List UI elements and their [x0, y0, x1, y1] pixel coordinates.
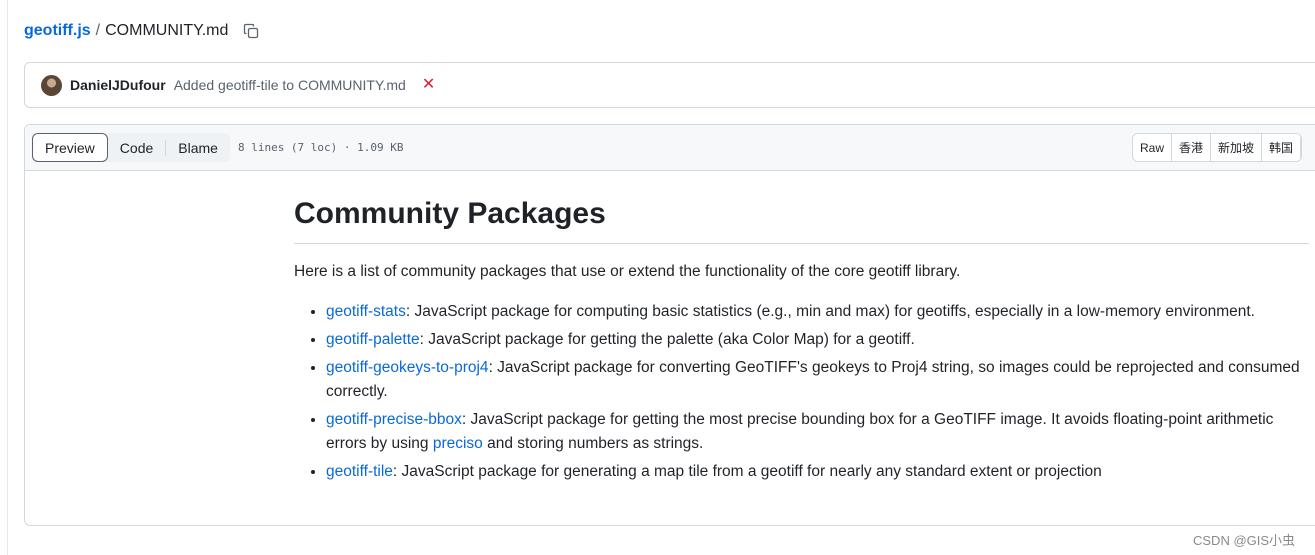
page-title: Community Packages	[294, 195, 1309, 244]
breadcrumb: geotiff.js / COMMUNITY.md	[24, 20, 260, 42]
breadcrumb-file-name: COMMUNITY.md	[105, 22, 229, 39]
package-description: : JavaScript package for getting the pal…	[419, 330, 915, 348]
list-item: geotiff-tile: JavaScript package for gen…	[326, 460, 1309, 484]
copy-icon[interactable]	[242, 22, 260, 40]
latest-commit-bar: DanielJDufour Added geotiff-tile to COMM…	[24, 62, 1315, 108]
preciso-link[interactable]: preciso	[433, 435, 483, 452]
package-description-tail: and storing numbers as strings.	[482, 434, 704, 452]
list-item: geotiff-geokeys-to-proj4: JavaScript pac…	[326, 356, 1309, 404]
commit-message[interactable]: Added geotiff-tile to COMMUNITY.md	[174, 77, 406, 93]
package-link[interactable]: geotiff-stats	[326, 303, 406, 320]
breadcrumb-separator: /	[95, 22, 101, 39]
file-header: Preview Code Blame 8 lines (7 loc) · 1.0…	[25, 125, 1315, 171]
list-item: geotiff-precise-bbox: JavaScript package…	[326, 408, 1309, 456]
list-item: geotiff-stats: JavaScript package for co…	[326, 300, 1309, 324]
package-link[interactable]: geotiff-palette	[326, 331, 420, 348]
file-actions: Raw 香港 新加坡 韩国	[1132, 133, 1303, 162]
action-button-singapore[interactable]: 新加坡	[1211, 134, 1263, 161]
breadcrumb-repo-link[interactable]: geotiff.js	[24, 22, 91, 40]
avatar[interactable]	[41, 74, 62, 96]
file-meta: 8 lines (7 loc) · 1.09 KB	[237, 141, 404, 154]
page-left-border	[7, 0, 8, 555]
package-link[interactable]: geotiff-geokeys-to-proj4	[326, 359, 489, 376]
tab-preview[interactable]: Preview	[32, 133, 108, 162]
list-item: geotiff-palette: JavaScript package for …	[326, 328, 1309, 352]
view-mode-tabs: Preview Code Blame	[32, 133, 230, 162]
package-list: geotiff-stats: JavaScript package for co…	[294, 300, 1309, 484]
package-link[interactable]: geotiff-precise-bbox	[326, 411, 462, 428]
action-button-korea[interactable]: 韩国	[1262, 134, 1302, 161]
tab-blame[interactable]: Blame	[166, 133, 230, 162]
package-link[interactable]: geotiff-tile	[326, 463, 393, 480]
intro-paragraph: Here is a list of community packages tha…	[294, 262, 961, 280]
commit-author[interactable]: DanielJDufour	[70, 77, 166, 93]
markdown-body: Community Packages Here is a list of com…	[294, 195, 1309, 488]
raw-button[interactable]: Raw	[1133, 134, 1173, 161]
package-description: : JavaScript package for generating a ma…	[392, 462, 1102, 480]
file-viewer: Preview Code Blame 8 lines (7 loc) · 1.0…	[24, 124, 1315, 526]
x-icon[interactable]: ✕	[422, 77, 435, 93]
watermark: CSDN @GIS小虫	[1193, 533, 1296, 548]
action-button-hongkong[interactable]: 香港	[1172, 134, 1212, 161]
tab-code[interactable]: Code	[108, 133, 165, 162]
package-description: : JavaScript package for computing basic…	[405, 302, 1255, 320]
